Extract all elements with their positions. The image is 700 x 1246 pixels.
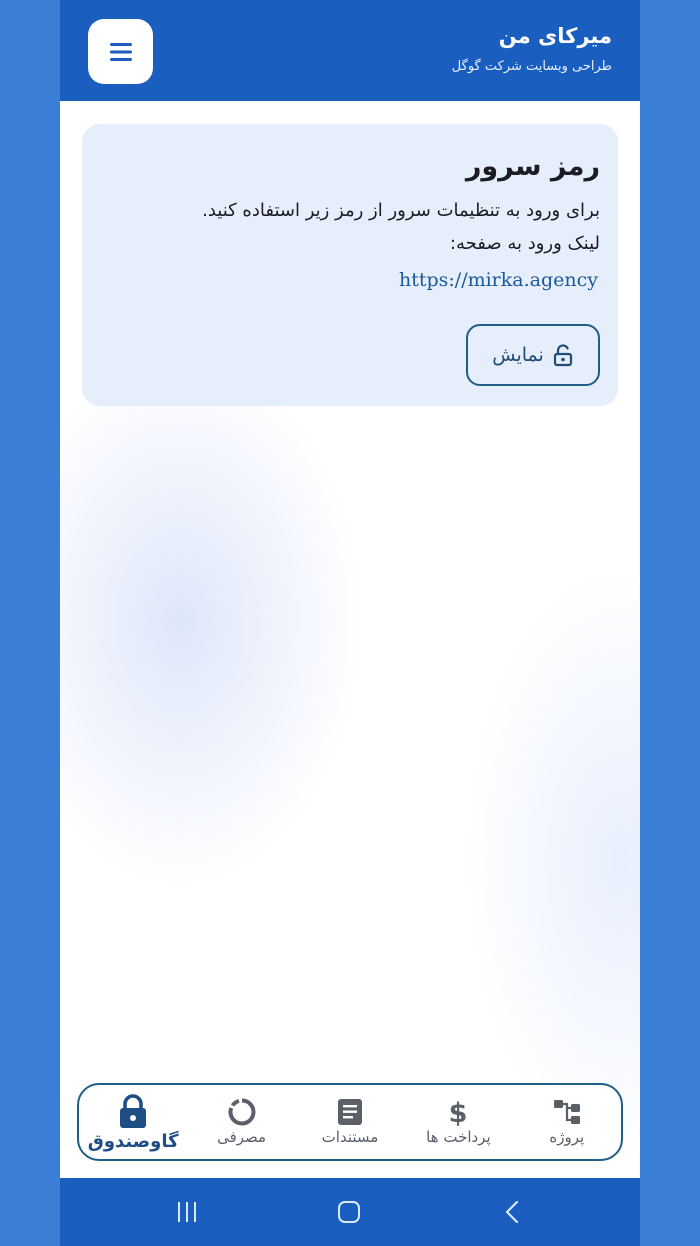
nav-label-payments: پرداخت ها (426, 1128, 491, 1146)
nav-item-project[interactable]: پروژه (513, 1085, 621, 1159)
card-link-label: لینک ورود به صفحه: (449, 233, 600, 254)
nav-label-vault: گاوصندوق (87, 1130, 179, 1152)
nav-label-usage: مصرفی (217, 1128, 267, 1146)
nav-item-vault[interactable]: گاوصندوق (79, 1085, 187, 1159)
recents-icon (178, 1202, 196, 1222)
server-password-card: رمز سرور برای ورود به تنظیمات سرور از رم… (82, 124, 618, 406)
project-tree-icon (553, 1100, 580, 1124)
app-subtitle: طراحی وبسایت شرکت گوگل (451, 59, 612, 74)
show-button-label: نمایش (492, 344, 544, 366)
circle-progress-icon (228, 1098, 255, 1126)
app-header: میرکای من طراحی وبسایت شرکت گوگل (60, 0, 640, 101)
login-link[interactable]: https://mirka.agency (399, 266, 598, 294)
nav-item-usage[interactable]: مصرفی (187, 1085, 295, 1159)
back-icon (505, 1200, 519, 1224)
nav-item-documents[interactable]: مستندات (296, 1085, 404, 1159)
svg-text:$: $ (449, 1098, 468, 1126)
hamburger-menu-icon (109, 42, 132, 61)
system-navigation-bar (60, 1178, 640, 1246)
menu-button[interactable] (88, 19, 153, 84)
nav-label-documents: مستندات (321, 1128, 379, 1146)
document-icon (337, 1099, 362, 1125)
nav-item-payments[interactable]: $ پرداخت ها (404, 1085, 512, 1159)
header-text: میرکای من طراحی وبسایت شرکت گوگل (452, 20, 612, 82)
home-button[interactable] (309, 1178, 389, 1246)
dollar-icon: $ (449, 1098, 468, 1126)
app-screen: میرکای من طراحی وبسایت شرکت گوگل رمز سرو… (60, 0, 640, 1246)
home-icon (338, 1201, 360, 1223)
back-button[interactable] (473, 1178, 553, 1246)
unlock-icon (553, 344, 572, 367)
lock-icon (120, 1093, 147, 1128)
bottom-navigation: پروژه $ پرداخت ها مستندات مصرفی گاوصندوق (77, 1083, 623, 1161)
card-title: رمز سرور (465, 151, 600, 182)
app-title: میرکای من (498, 24, 612, 48)
nav-label-project: پروژه (549, 1128, 585, 1146)
show-password-button[interactable]: نمایش (466, 324, 600, 386)
card-description: برای ورود به تنظیمات سرور از رمز زیر است… (202, 200, 600, 221)
recents-button[interactable] (147, 1178, 227, 1246)
